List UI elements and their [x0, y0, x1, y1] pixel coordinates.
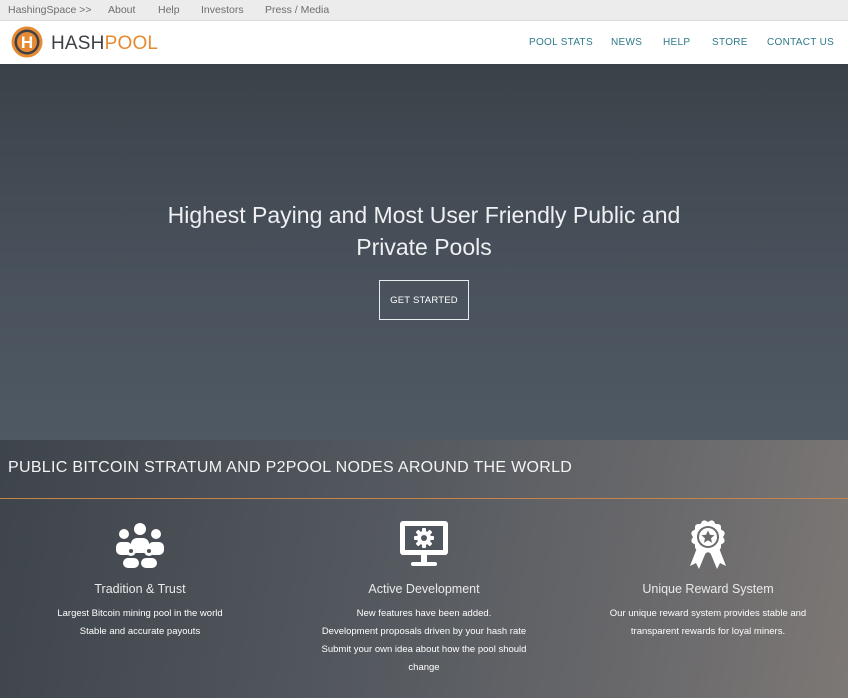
nav-help[interactable]: HELP	[663, 37, 690, 48]
feature-title: Active Development	[368, 582, 480, 596]
hashpool-logo-icon[interactable]: H	[11, 26, 43, 58]
hero-title-line-1: Highest Paying and Most User Friendly Pu…	[167, 202, 681, 228]
feature-text: New features have been added. Developmen…	[304, 605, 544, 677]
features-title: PUBLIC BITCOIN STRATUM AND P2POOL NODES …	[8, 459, 573, 476]
section-divider	[0, 498, 848, 499]
nav-news[interactable]: NEWS	[611, 37, 642, 48]
feature-line: Stable and accurate payouts	[79, 626, 201, 637]
feature-line: New features have been added.	[356, 608, 492, 619]
topbar-link-about[interactable]: About	[108, 4, 135, 16]
nav-pool-stats[interactable]: POOL STATS	[529, 37, 593, 48]
feature-title: Unique Reward System	[642, 582, 774, 596]
feature-line: Submit your own idea about how the pool …	[321, 644, 527, 655]
brand-name[interactable]: HASHPOOL	[51, 33, 158, 55]
utility-bar: HashingSpace >> About Help Investors Pre…	[0, 0, 848, 21]
feature-title: Tradition & Trust	[94, 582, 186, 596]
topbar-link-investors[interactable]: Investors	[201, 4, 244, 16]
feature-line: Our unique reward system provides stable…	[609, 608, 807, 619]
feature-line: transparent rewards for loyal miners.	[630, 626, 786, 637]
logo-letter: H	[21, 33, 33, 52]
nav-store[interactable]: STORE	[712, 37, 748, 48]
award-ribbon-icon	[690, 520, 726, 569]
feature-active-development: Active Development New features have bee…	[304, 518, 544, 677]
feature-line: change	[408, 662, 440, 673]
topbar-link-press-media[interactable]: Press / Media	[265, 4, 329, 16]
hero-title-line-2: Private Pools	[356, 234, 492, 260]
nav-contact-us[interactable]: CONTACT US	[767, 37, 834, 48]
brand-pool-text: POOL	[104, 33, 159, 54]
feature-text: Our unique reward system provides stable…	[588, 605, 828, 641]
hero-title: Highest Paying and Most User Friendly Pu…	[124, 199, 724, 263]
users-group-icon	[116, 523, 164, 568]
feature-tradition-trust: Tradition & Trust Largest Bitcoin mining…	[20, 518, 260, 641]
feature-text: Largest Bitcoin mining pool in the world…	[20, 605, 260, 641]
monitor-gear-icon	[400, 521, 448, 566]
feature-line: Largest Bitcoin mining pool in the world	[57, 608, 223, 619]
feature-unique-reward-system: Unique Reward System Our unique reward s…	[588, 518, 828, 641]
site-header: H HASHPOOL POOL STATS NEWS HELP STORE CO…	[0, 21, 848, 64]
hero-section: Highest Paying and Most User Friendly Pu…	[0, 64, 848, 440]
feature-line: Development proposals driven by your has…	[321, 626, 527, 637]
topbar-link-help[interactable]: Help	[158, 4, 180, 16]
features-section: PUBLIC BITCOIN STRATUM AND P2POOL NODES …	[0, 440, 848, 698]
topbar-link-hashingspace[interactable]: HashingSpace >>	[8, 4, 91, 16]
brand-hash-text: HASH	[51, 33, 105, 54]
get-started-button[interactable]: GET STARTED	[379, 280, 469, 320]
